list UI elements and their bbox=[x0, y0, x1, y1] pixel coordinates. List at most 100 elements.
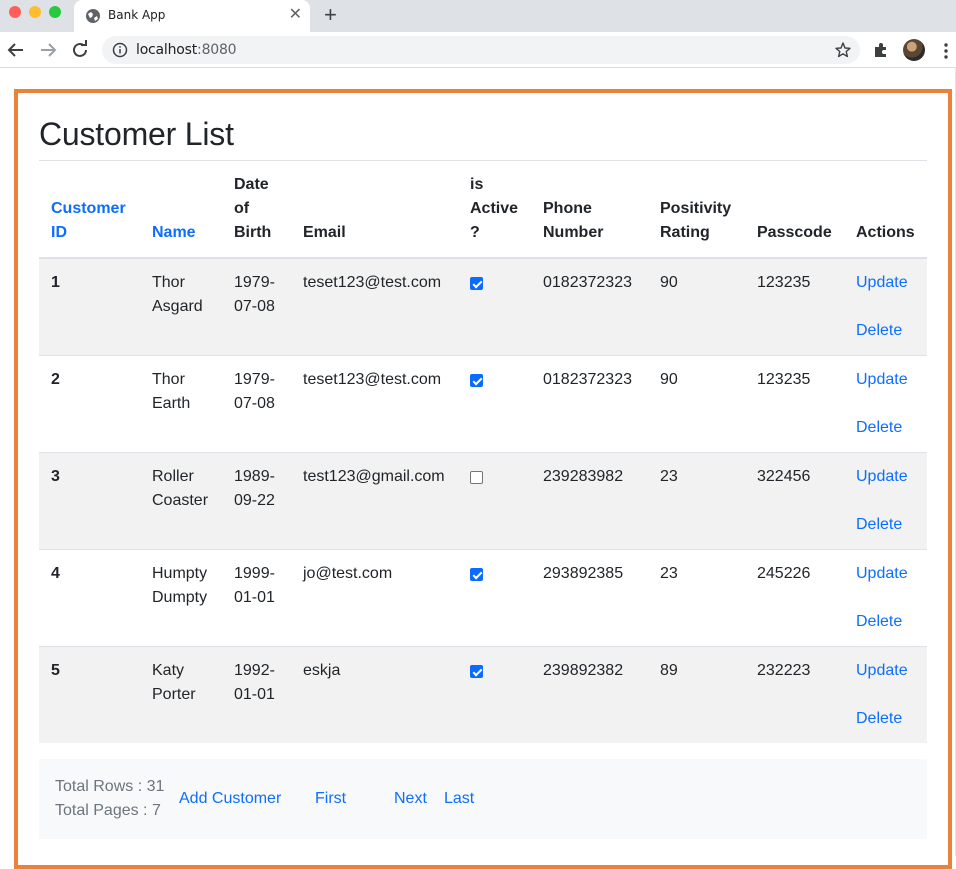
active-checkbox[interactable] bbox=[470, 471, 483, 484]
table-row: 1 Thor Asgard 1979-07-08 teset123@test.c… bbox=[39, 257, 927, 356]
cell-name: Roller Coaster bbox=[140, 452, 222, 550]
cell-positivity-rating: 23 bbox=[648, 452, 745, 550]
cell-passcode: 232223 bbox=[745, 646, 844, 743]
active-checkbox[interactable] bbox=[470, 665, 483, 678]
cell-is-active bbox=[458, 257, 531, 356]
cell-email: jo@test.com bbox=[291, 549, 458, 647]
cell-phone-number: 293892385 bbox=[531, 549, 648, 647]
cell-actions: Update Delete bbox=[844, 355, 927, 453]
cell-date-of-birth: 1999-01-01 bbox=[222, 549, 291, 647]
total-pages-text: Total Pages : 7 bbox=[55, 802, 161, 819]
cell-name: Thor Earth bbox=[140, 355, 222, 453]
tab-title: Bank App bbox=[108, 8, 166, 22]
browser-toolbar: localhost:8080 bbox=[0, 32, 956, 68]
update-link[interactable]: Update bbox=[856, 562, 915, 586]
extensions-puzzle-icon[interactable] bbox=[872, 41, 890, 59]
cell-customer-id: 4 bbox=[39, 549, 140, 647]
cell-phone-number: 0182372323 bbox=[531, 355, 648, 453]
header-actions: Actions bbox=[844, 161, 927, 259]
first-page-link[interactable]: First bbox=[315, 787, 346, 811]
table-row: 3 Roller Coaster 1989-09-22 test123@gmai… bbox=[39, 452, 927, 550]
cell-email: eskja bbox=[291, 646, 458, 743]
header-is-active: is Active ? bbox=[458, 161, 531, 259]
cell-date-of-birth: 1992-01-01 bbox=[222, 646, 291, 743]
delete-link[interactable]: Delete bbox=[856, 416, 915, 440]
tab-close-icon[interactable]: ✕ bbox=[289, 6, 302, 24]
header-date-of-birth: Date of Birth bbox=[222, 161, 291, 259]
cell-positivity-rating: 90 bbox=[648, 355, 745, 453]
next-page-link[interactable]: Next bbox=[394, 787, 427, 811]
header-positivity-rating: Positivity Rating bbox=[648, 161, 745, 259]
window-close-button[interactable] bbox=[9, 6, 21, 18]
cell-phone-number: 239283982 bbox=[531, 452, 648, 550]
forward-arrow-icon[interactable] bbox=[36, 38, 60, 62]
cell-customer-id: 3 bbox=[39, 452, 140, 550]
header-passcode: Passcode bbox=[745, 161, 844, 259]
cell-name: Katy Porter bbox=[140, 646, 222, 743]
cell-customer-id: 5 bbox=[39, 646, 140, 743]
back-arrow-icon[interactable] bbox=[4, 38, 28, 62]
new-tab-icon[interactable]: + bbox=[324, 3, 337, 27]
cell-is-active bbox=[458, 452, 531, 550]
cell-positivity-rating: 23 bbox=[648, 549, 745, 647]
customer-list-section: Customer List Customer ID Name Date of B… bbox=[39, 110, 927, 743]
cell-email: test123@gmail.com bbox=[291, 452, 458, 550]
total-rows-text: Total Rows : 31 bbox=[55, 778, 165, 795]
update-link[interactable]: Update bbox=[856, 465, 915, 489]
delete-link[interactable]: Delete bbox=[856, 513, 915, 537]
window-minimize-button[interactable] bbox=[29, 6, 41, 18]
bookmark-star-icon[interactable] bbox=[834, 41, 852, 59]
header-phone-number: Phone Number bbox=[531, 161, 648, 259]
cell-actions: Update Delete bbox=[844, 646, 927, 743]
cell-date-of-birth: 1979-07-08 bbox=[222, 257, 291, 356]
delete-link[interactable]: Delete bbox=[856, 610, 915, 634]
customer-table: Customer ID Name Date of Birth Email is … bbox=[39, 161, 927, 743]
delete-link[interactable]: Delete bbox=[856, 707, 915, 731]
window-maximize-button[interactable] bbox=[49, 6, 61, 18]
url-host: localhost bbox=[136, 42, 198, 58]
url-text: localhost:8080 bbox=[136, 42, 237, 58]
cell-actions: Update Delete bbox=[844, 452, 927, 550]
cell-is-active bbox=[458, 646, 531, 743]
url-port: :8080 bbox=[197, 42, 237, 58]
browser-tab-bar: Bank App ✕ + bbox=[0, 0, 956, 32]
cell-actions: Update Delete bbox=[844, 549, 927, 647]
cell-customer-id: 2 bbox=[39, 355, 140, 453]
cell-customer-id: 1 bbox=[39, 257, 140, 356]
cell-is-active bbox=[458, 549, 531, 647]
active-checkbox[interactable] bbox=[470, 374, 483, 387]
active-checkbox[interactable] bbox=[470, 568, 483, 581]
cell-name: Humpty Dumpty bbox=[140, 549, 222, 647]
cell-passcode: 123235 bbox=[745, 257, 844, 356]
cell-phone-number: 239892382 bbox=[531, 646, 648, 743]
browser-tab[interactable]: Bank App ✕ bbox=[74, 0, 310, 32]
cell-email: teset123@test.com bbox=[291, 257, 458, 356]
cell-phone-number: 0182372323 bbox=[531, 257, 648, 356]
address-bar[interactable]: localhost:8080 bbox=[102, 36, 860, 64]
header-customer-id[interactable]: Customer ID bbox=[39, 161, 140, 259]
reload-icon[interactable] bbox=[68, 38, 92, 62]
cell-passcode: 245226 bbox=[745, 549, 844, 647]
cell-name: Thor Asgard bbox=[140, 257, 222, 356]
page-title: Customer List bbox=[39, 116, 234, 152]
table-row: 2 Thor Earth 1979-07-08 teset123@test.co… bbox=[39, 355, 927, 453]
info-icon[interactable] bbox=[112, 42, 128, 58]
header-name[interactable]: Name bbox=[140, 161, 222, 259]
profile-avatar[interactable] bbox=[903, 39, 925, 61]
delete-link[interactable]: Delete bbox=[856, 319, 915, 343]
add-customer-link[interactable]: Add Customer bbox=[179, 787, 281, 811]
last-page-link[interactable]: Last bbox=[444, 787, 474, 811]
table-header-row: Customer ID Name Date of Birth Email is … bbox=[39, 161, 927, 259]
table-row: 5 Katy Porter 1992-01-01 eskja 239892382… bbox=[39, 646, 927, 743]
kebab-menu-icon[interactable] bbox=[940, 42, 952, 60]
cell-passcode: 123235 bbox=[745, 355, 844, 453]
update-link[interactable]: Update bbox=[856, 368, 915, 392]
update-link[interactable]: Update bbox=[856, 271, 915, 295]
header-email: Email bbox=[291, 161, 458, 259]
active-checkbox[interactable] bbox=[470, 277, 483, 290]
cell-email: teset123@test.com bbox=[291, 355, 458, 453]
cell-positivity-rating: 90 bbox=[648, 257, 745, 356]
globe-icon bbox=[86, 9, 100, 23]
totals-summary: Total Rows : 31 Total Pages : 7 bbox=[55, 775, 164, 823]
update-link[interactable]: Update bbox=[856, 659, 915, 683]
